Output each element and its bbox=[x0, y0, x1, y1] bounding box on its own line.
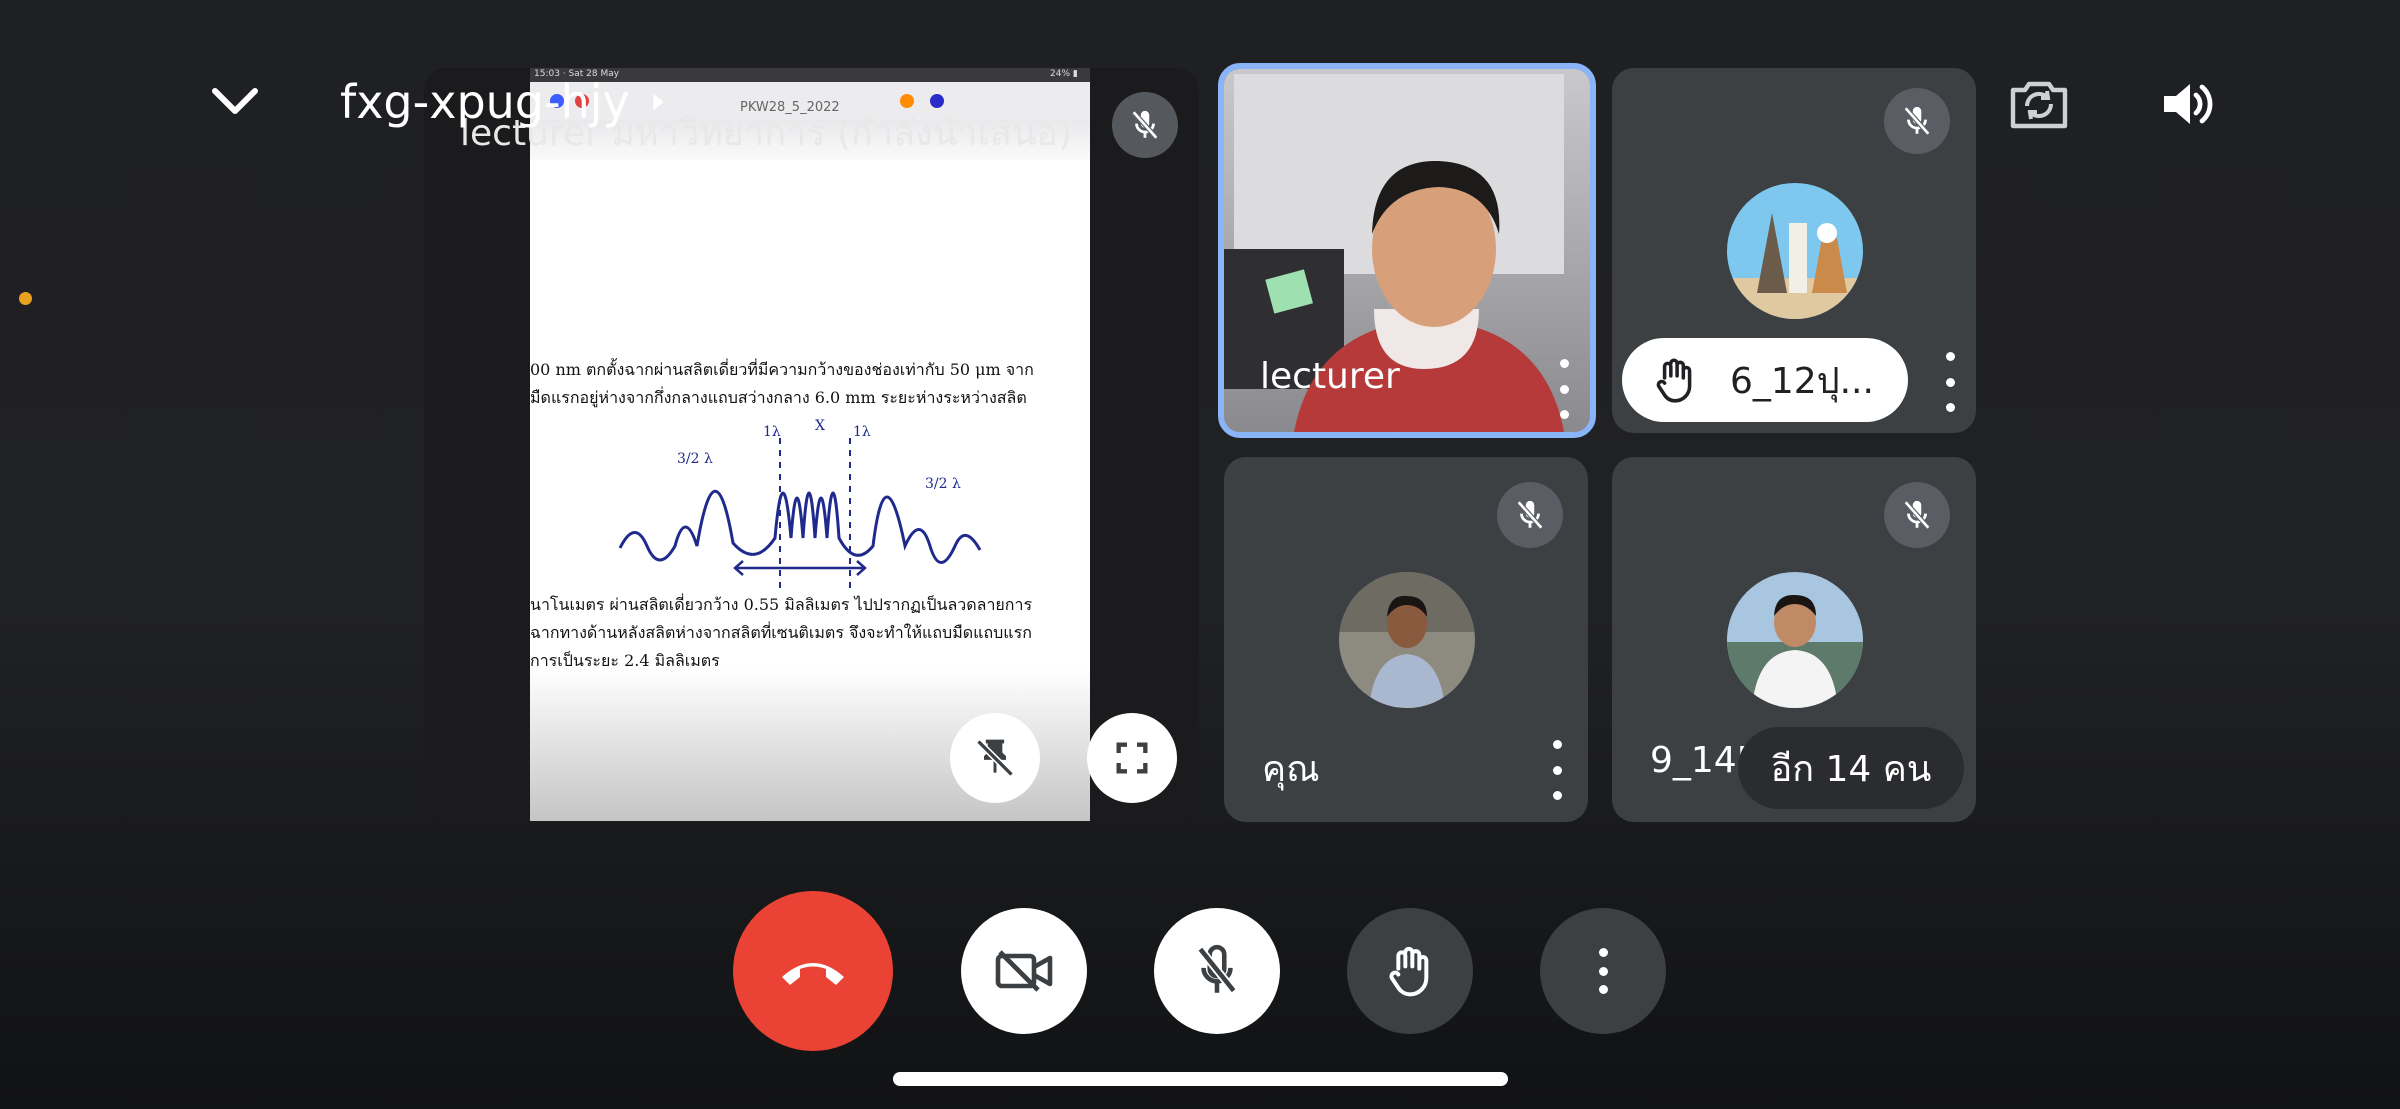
participant-name-you: คุณ bbox=[1262, 749, 1320, 790]
mic-off-icon bbox=[1516, 500, 1544, 530]
diffraction-sketch: 3/2 λ 1λ 1λ 3/2 λ X bbox=[618, 418, 982, 588]
avatar bbox=[1727, 183, 1863, 319]
presenter-mic-off-indicator bbox=[1112, 92, 1178, 158]
caret-right-icon bbox=[653, 93, 664, 111]
presentation-tile[interactable]: 15:03 · Sat 28 May 24% ▮ PKW28_5_2022 00… bbox=[424, 68, 1199, 821]
speaker-icon bbox=[2164, 84, 2213, 124]
sketch-label: 3/2 λ bbox=[925, 476, 961, 492]
mic-off-indicator bbox=[1497, 482, 1563, 548]
participant-tile-other[interactable]: 9_14P อีก 14 คน bbox=[1612, 457, 1976, 822]
home-indicator[interactable] bbox=[893, 1072, 1508, 1086]
raise-hand-icon bbox=[1389, 946, 1429, 997]
more-options-button[interactable] bbox=[1547, 740, 1567, 800]
unpin-icon bbox=[976, 739, 1014, 777]
doc-text-line: 00 nm ตกตั้งฉากผ่านสลิตเดี่ยวที่มีความกว… bbox=[530, 360, 1034, 379]
raised-hand-icon bbox=[1656, 358, 1692, 403]
end-call-icon bbox=[782, 963, 844, 985]
camera-off-icon bbox=[995, 950, 1053, 992]
speaker-button[interactable] bbox=[2156, 72, 2220, 136]
doc-text-line: ฉากทางด้านหลังสลิตห่างจากสลิตที่เซนติเมต… bbox=[530, 623, 1032, 642]
mic-off-indicator bbox=[1884, 88, 1950, 154]
participant-tile-you[interactable]: คุณ bbox=[1224, 457, 1588, 822]
more-options-button[interactable] bbox=[1554, 359, 1574, 419]
sketch-label: 1λ bbox=[763, 424, 781, 440]
recording-dot bbox=[19, 292, 32, 305]
leave-call-button[interactable] bbox=[733, 891, 893, 1051]
mic-off-icon bbox=[1903, 500, 1931, 530]
shared-screen: 15:03 · Sat 28 May 24% ▮ PKW28_5_2022 00… bbox=[530, 68, 1090, 821]
mic-off-icon bbox=[1197, 944, 1237, 994]
landmarks-avatar-image bbox=[1727, 183, 1863, 319]
participant-name-lecturer: lecturer bbox=[1260, 356, 1400, 397]
sketch-label: 1λ bbox=[853, 424, 871, 440]
more-options-button[interactable] bbox=[1540, 908, 1666, 1034]
meeting-code[interactable]: fxg-xpug-hjy bbox=[340, 72, 672, 132]
meeting-code-text: fxg-xpug-hjy bbox=[340, 75, 630, 129]
unpin-button[interactable] bbox=[950, 713, 1040, 803]
mic-off-icon bbox=[1903, 106, 1931, 136]
sketch-label: X bbox=[815, 418, 825, 434]
switch-camera-icon bbox=[2010, 81, 2068, 129]
participant-tile-hand-raised[interactable]: 6_12ปุ... bbox=[1612, 68, 1976, 433]
fullscreen-icon bbox=[1116, 742, 1148, 774]
raised-hand-chip: 6_12ปุ... bbox=[1622, 338, 1908, 422]
person-avatar-image bbox=[1339, 572, 1475, 708]
switch-camera-button[interactable] bbox=[2007, 72, 2071, 136]
mic-off-indicator bbox=[1884, 482, 1950, 548]
chevron-down-icon bbox=[212, 88, 258, 114]
status-battery: 24% ▮ bbox=[1050, 69, 1078, 79]
more-vert-icon bbox=[1593, 948, 1613, 994]
participant-name-hand-raised: 6_12ปุ... bbox=[1730, 360, 1874, 402]
microphone-toggle-button[interactable] bbox=[1154, 908, 1280, 1034]
more-options-button[interactable] bbox=[1940, 352, 1960, 412]
person-avatar-image bbox=[1727, 572, 1863, 708]
more-participants-label: อีก 14 คน bbox=[1770, 748, 1932, 790]
collapse-chevron-button[interactable] bbox=[205, 72, 265, 132]
more-participants-chip[interactable]: อีก 14 คน bbox=[1738, 727, 1964, 809]
doc-text-line: มืดแรกอยู่ห่างจากกึ่งกลางแถบสว่างกลาง 6.… bbox=[530, 388, 1027, 407]
avatar bbox=[1339, 572, 1475, 708]
fullscreen-button[interactable] bbox=[1087, 713, 1177, 803]
doc-text-line: นาโนเมตร ผ่านสลิตเดี่ยวกว้าง 0.55 มิลลิเ… bbox=[530, 595, 1033, 614]
avatar bbox=[1727, 572, 1863, 708]
raise-hand-button[interactable] bbox=[1347, 908, 1473, 1034]
sketch-label: 3/2 λ bbox=[677, 451, 713, 467]
mic-off-icon bbox=[1131, 110, 1159, 140]
camera-toggle-button[interactable] bbox=[961, 908, 1087, 1034]
participant-tile-lecturer[interactable]: lecturer bbox=[1218, 63, 1596, 438]
